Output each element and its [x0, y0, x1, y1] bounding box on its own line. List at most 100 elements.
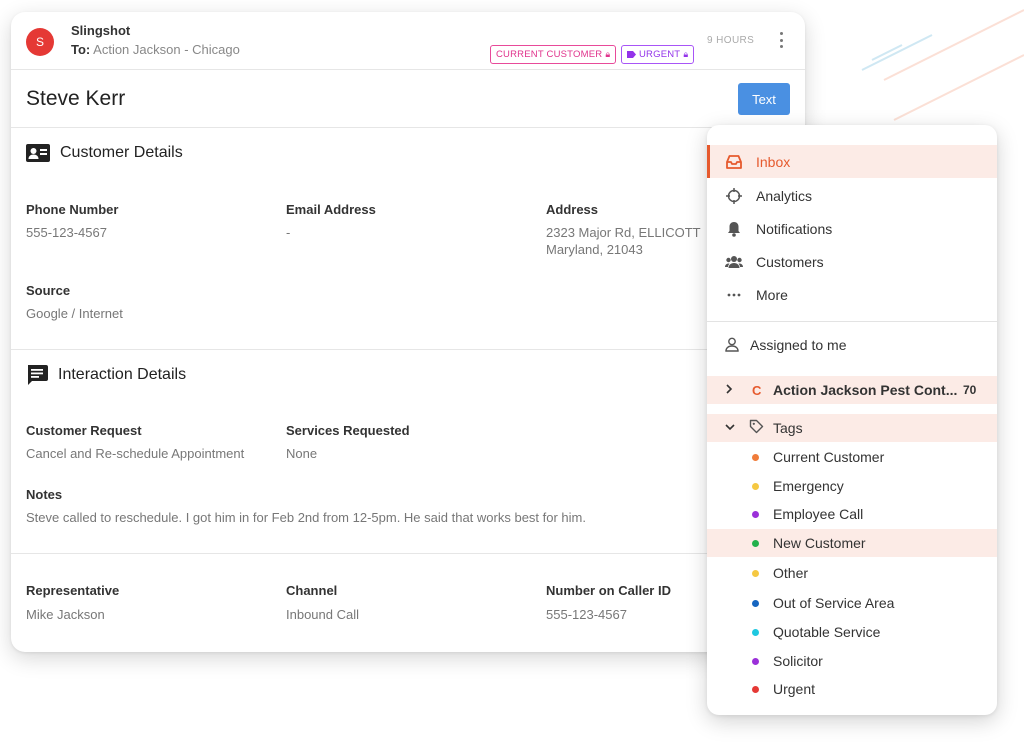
representative-value: Mike Jackson — [26, 607, 105, 622]
chip-label: URGENT — [639, 49, 681, 60]
nav-item-more[interactable]: More — [707, 278, 997, 311]
tag-item[interactable]: Urgent — [707, 675, 997, 703]
person-icon — [723, 336, 741, 354]
tags-row[interactable]: Tags — [707, 414, 997, 442]
urgent-chip[interactable]: URGENT 🔒︎ — [621, 45, 695, 64]
nav-item-notifications[interactable]: Notifications — [707, 212, 997, 245]
tags-label: Tags — [773, 420, 803, 436]
message-header: S Slingshot To: Action Jackson - Chicago… — [11, 12, 805, 70]
recipient-line: To: Action Jackson - Chicago — [71, 42, 240, 57]
nav-label: More — [756, 286, 788, 303]
lock-icon: 🔒︎ — [605, 49, 611, 59]
email-label: Email Address — [286, 202, 376, 217]
tag-item[interactable]: Employee Call — [707, 500, 997, 528]
interaction-card: S Slingshot To: Action Jackson - Chicago… — [11, 12, 805, 652]
tag-item[interactable]: Solicitor — [707, 647, 997, 675]
nav-item-inbox[interactable]: Inbox — [707, 145, 997, 178]
request-value: Cancel and Re-schedule Appointment — [26, 446, 245, 461]
tag-label: Solicitor — [773, 653, 823, 669]
bell-icon — [725, 220, 743, 238]
current-customer-chip[interactable]: CURRENT CUSTOMER 🔒︎ — [490, 45, 617, 64]
tag-label: Current Customer — [773, 449, 885, 465]
email-value: - — [286, 225, 291, 240]
message-time: 9 HOURS — [707, 35, 755, 46]
tag-item[interactable]: Out of Service Area — [707, 589, 997, 617]
navigation-panel: Inbox Analytics Notifications Customers … — [707, 125, 997, 715]
chevron-right-icon — [725, 383, 733, 397]
notes-label: Notes — [26, 487, 63, 502]
tag-item[interactable]: Quotable Service — [707, 618, 997, 646]
tag-dot — [752, 510, 759, 518]
nav-item-analytics[interactable]: Analytics — [707, 179, 997, 212]
tag-dot — [752, 569, 759, 577]
tag-item[interactable]: New Customer — [707, 529, 997, 557]
lock-icon: 🔒︎ — [683, 49, 689, 59]
customer-details-heading: Customer Details — [26, 144, 183, 162]
interaction-details-heading: Interaction Details — [26, 365, 186, 385]
section-title: Customer Details — [60, 144, 183, 161]
nav-label: Inbox — [756, 153, 791, 170]
representative-label: Representative — [26, 583, 120, 598]
tag-outline-icon — [749, 419, 764, 437]
recipient-prefix: To: — [71, 42, 91, 57]
account-row[interactable]: C Action Jackson Pest Cont... 70 — [707, 376, 997, 404]
text-button[interactable]: Text — [738, 83, 790, 115]
address-label: Address — [546, 202, 599, 217]
source-value: Google / Internet — [26, 306, 123, 321]
section-title: Interaction Details — [58, 366, 187, 383]
account-letter: C — [752, 382, 762, 398]
account-name: Action Jackson Pest Cont... — [773, 382, 958, 398]
tag-dot — [752, 657, 759, 665]
tag-label: Other — [773, 565, 809, 581]
decorative-lines — [861, 9, 1024, 121]
services-value: None — [286, 446, 318, 461]
notes-value: Steve called to reschedule. I got him in… — [26, 510, 586, 525]
tag-label: New Customer — [773, 535, 866, 551]
tag-dot — [752, 685, 759, 693]
panel-divider — [707, 321, 997, 322]
chevron-down-icon — [725, 422, 735, 434]
tag-item[interactable]: Other — [707, 559, 997, 587]
tag-dot — [752, 628, 759, 636]
recipient-value: Action Jackson - Chicago — [93, 42, 240, 57]
tag-icon — [627, 51, 636, 58]
tag-label: Quotable Service — [773, 624, 881, 640]
nav-item-customers[interactable]: Customers — [707, 245, 997, 278]
nav-label: Notifications — [756, 220, 833, 237]
section-divider — [11, 349, 805, 350]
tag-dot — [752, 453, 759, 461]
caller-id-label: Number on Caller ID — [546, 583, 671, 598]
channel-label: Channel — [286, 583, 338, 598]
tag-dot — [752, 539, 759, 547]
address-line-1: 2323 Major Rd, ELLICOTT — [546, 225, 701, 240]
tag-item[interactable]: Current Customer — [707, 443, 997, 471]
channel-value: Inbound Call — [286, 607, 359, 622]
sender-avatar: S — [26, 28, 54, 56]
inbox-icon — [725, 153, 743, 171]
tag-label: Out of Service Area — [773, 595, 895, 611]
services-label: Services Requested — [286, 423, 410, 438]
more-options-icon[interactable] — [776, 32, 786, 48]
request-label: Customer Request — [26, 423, 142, 438]
tag-dot — [752, 599, 759, 607]
tag-dot — [752, 482, 759, 490]
account-count-badge: 70 — [963, 383, 977, 397]
chat-icon — [28, 365, 48, 385]
sender-name: Slingshot — [71, 23, 131, 38]
crosshair-icon — [725, 187, 743, 205]
more-dots-icon — [725, 286, 743, 304]
tag-label: Urgent — [773, 681, 816, 697]
nav-label: Customers — [756, 253, 824, 270]
customer-name: Steve Kerr — [26, 87, 126, 110]
contact-card-icon — [26, 144, 50, 162]
tag-item[interactable]: Emergency — [707, 472, 997, 500]
customer-name-row: Steve Kerr Text — [11, 70, 805, 128]
source-label: Source — [26, 283, 71, 298]
assigned-to-me-item[interactable]: Assigned to me — [707, 328, 997, 361]
address-line-2: Maryland, 21043 — [546, 242, 643, 257]
section-divider — [11, 553, 805, 554]
caller-id-value: 555-123-4567 — [546, 607, 627, 622]
tag-label: Emergency — [773, 478, 844, 494]
people-icon — [725, 253, 743, 271]
assigned-label: Assigned to me — [750, 336, 847, 353]
